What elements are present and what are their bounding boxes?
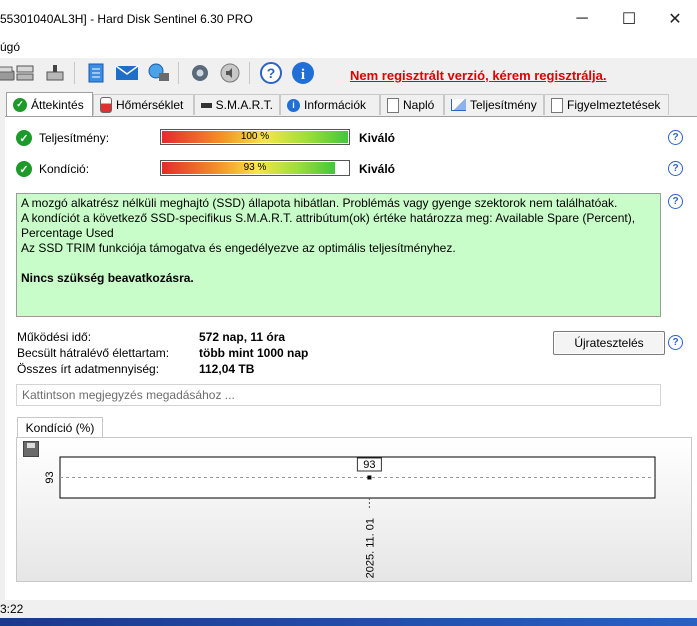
tab-label: Hőmérséklet (116, 98, 184, 112)
window-title: 55301040AL3H] - Hard Disk Sentinel 6.30 … (0, 12, 253, 26)
tab-bar: ✓ Áttekintés Hőmérséklet S.M.A.R.T. i In… (0, 92, 697, 116)
tab-label: Napló (403, 98, 435, 112)
close-button[interactable]: ✕ (652, 0, 697, 38)
tab-condition-chart[interactable]: Kondíció (%) (17, 417, 103, 438)
thermometer-icon (100, 97, 112, 113)
stat-value: 572 nap, 11 óra (199, 330, 286, 344)
performance-label: Teljesítmény: (39, 131, 110, 145)
status-bar: 3:22 (0, 600, 697, 618)
toolbar-separator (74, 62, 75, 84)
app-window: 55301040AL3H] - Hard Disk Sentinel 6.30 … (0, 0, 697, 626)
condition-value: 93 % (243, 162, 267, 173)
note-field[interactable]: Kattintson megjegyzés megadásához ... (16, 384, 661, 406)
tab-label: Áttekintés (31, 97, 84, 112)
message-line: A mozgó alkatrész nélküli meghajtó (SSD)… (21, 196, 618, 210)
tab-alerts[interactable]: Figyelmeztetések (544, 94, 669, 115)
log-icon (387, 97, 399, 113)
stat-label: Becsült hátralévő élettartam: (17, 346, 170, 360)
data-label: 93 (363, 459, 375, 471)
toolbar: ? i Nem regisztrált verzió, kérem regisz… (0, 58, 697, 90)
stat-label: Összes írt adatmennyiség: (17, 362, 160, 376)
info-icon: i (287, 98, 300, 112)
x-tick-label: 2025. 11. 01 (364, 518, 376, 578)
tab-overview[interactable]: ✓ Áttekintés (6, 92, 93, 116)
tab-information[interactable]: i Információk (280, 94, 380, 115)
status-message-box: A mozgó alkatrész nélküli meghajtó (SSD)… (16, 193, 661, 317)
tab-label: S.M.A.R.T. (215, 98, 273, 112)
svg-text:?: ? (267, 65, 276, 81)
condition-chart: 93 93 2025. 11. 01 (44, 456, 656, 578)
alerts-icon (551, 97, 563, 113)
chart-icon (451, 99, 466, 111)
help-icon[interactable]: ? (258, 60, 284, 86)
chart-area: 93 93 2025. 11. 01 (16, 437, 692, 582)
help-icon[interactable]: ? (668, 161, 683, 176)
performance-ok-icon: ✓ (16, 130, 32, 146)
tab-log[interactable]: Napló (380, 94, 444, 115)
help-icon[interactable]: ? (668, 130, 683, 145)
tab-label: Teljesítmény (470, 98, 537, 112)
minimize-button[interactable]: ─ (559, 0, 605, 38)
mail-icon[interactable] (114, 60, 140, 86)
status-time: 3:22 (0, 602, 24, 616)
help-icon[interactable]: ? (668, 194, 683, 209)
condition-status: Kiváló (359, 162, 396, 176)
message-line: A kondíciót a következő SSD-specifikus S… (21, 211, 636, 240)
performance-status: Kiváló (359, 131, 396, 145)
performance-bar: 100 % (160, 129, 350, 145)
data-point (367, 475, 372, 480)
disk-down-icon[interactable] (42, 60, 68, 86)
smart-icon (201, 102, 212, 108)
network-icon[interactable] (146, 60, 172, 86)
condition-bar: 93 % (160, 160, 350, 176)
toolbar-separator (249, 62, 250, 84)
stat-value: 112,04 TB (199, 362, 255, 376)
maximize-button[interactable]: ☐ (606, 0, 652, 38)
menu-item-help[interactable]: úgó (0, 40, 20, 54)
condition-ok-icon: ✓ (16, 161, 32, 177)
stat-label: Működési idő: (17, 330, 92, 344)
tab-performance[interactable]: Teljesítmény (444, 94, 544, 115)
title-bar[interactable]: 55301040AL3H] - Hard Disk Sentinel 6.30 … (0, 0, 697, 38)
tab-smart[interactable]: S.M.A.R.T. (194, 94, 280, 115)
message-action: Nincs szükség beavatkozásra. (21, 271, 194, 285)
report-icon[interactable] (83, 60, 109, 86)
tab-temperature[interactable]: Hőmérséklet (93, 94, 194, 115)
settings-icon[interactable] (187, 60, 213, 86)
performance-value: 100 % (240, 131, 270, 142)
condition-label: Kondíció: (39, 162, 90, 176)
toolbar-separator (178, 62, 179, 84)
taskbar-strip (0, 618, 697, 626)
help-icon[interactable]: ? (668, 335, 683, 350)
sound-icon[interactable] (217, 60, 243, 86)
stat-value: több mint 1000 nap (199, 346, 309, 360)
overview-panel: ✓ Teljesítmény: 100 % Kiváló ? ✓ Kondíci… (5, 116, 697, 601)
retest-button[interactable]: Újratesztelés (553, 331, 665, 355)
info-icon[interactable]: i (290, 60, 316, 86)
message-line: Az SSD TRIM funkciója támogatva és enged… (21, 241, 456, 255)
menu-bar: úgó (0, 38, 697, 58)
check-icon: ✓ (13, 97, 27, 112)
tab-label: Figyelmeztetések (567, 98, 661, 112)
tab-label: Információk (304, 98, 367, 112)
svg-text:i: i (301, 67, 305, 83)
disk-multi-icon[interactable] (12, 60, 38, 86)
y-tick-label: 93 (44, 471, 56, 483)
register-link[interactable]: Nem regisztrált verzió, kérem regisztrál… (350, 68, 607, 83)
